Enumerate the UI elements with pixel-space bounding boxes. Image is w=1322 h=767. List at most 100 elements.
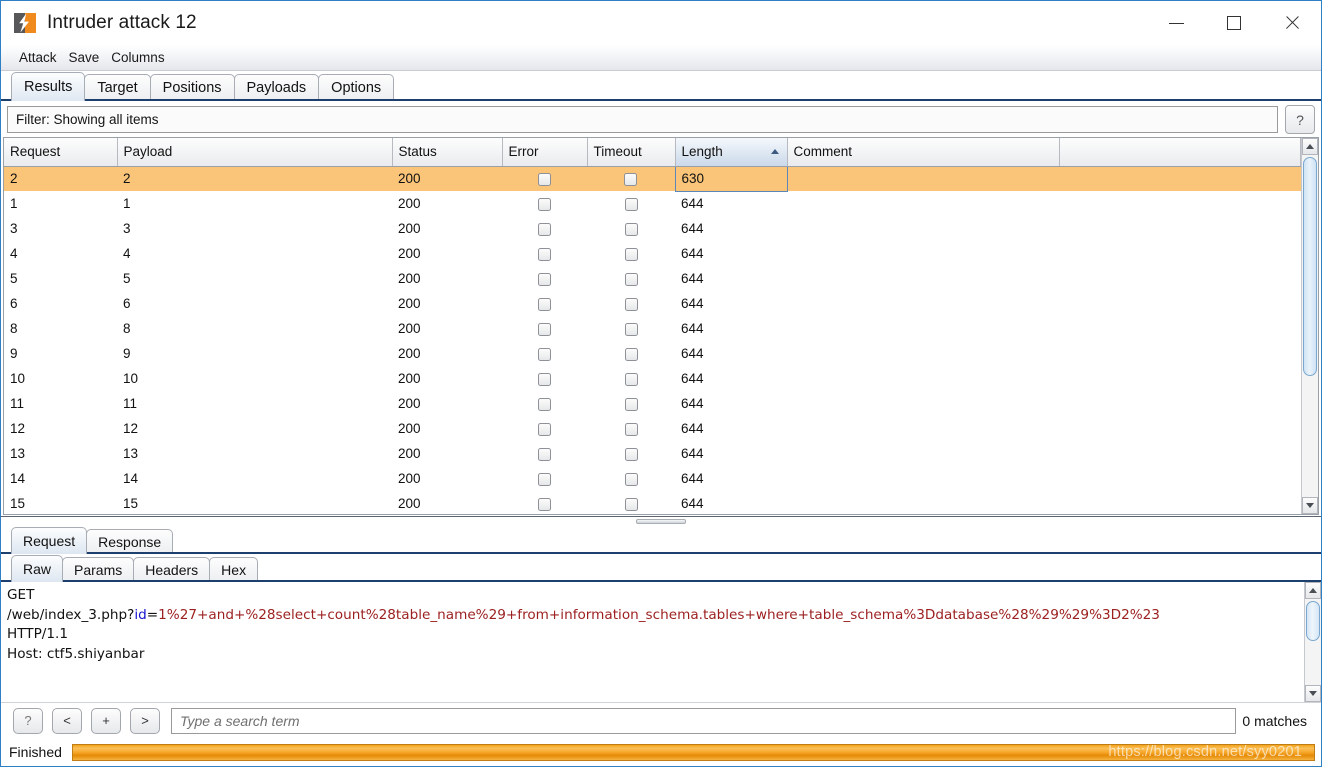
raw-scroll-up-button[interactable] xyxy=(1305,582,1321,599)
tab-positions[interactable]: Positions xyxy=(149,74,235,101)
checkbox-icon[interactable] xyxy=(624,497,638,511)
table-row[interactable]: 13 13 200 644 xyxy=(4,441,1301,466)
checkbox-icon[interactable] xyxy=(538,247,551,261)
tab-response[interactable]: Response xyxy=(86,529,174,554)
tab-payloads[interactable]: Payloads xyxy=(233,74,320,101)
cell-error-checkbox[interactable] xyxy=(502,466,587,491)
checkbox-icon[interactable] xyxy=(538,347,551,361)
cell-timeout-checkbox[interactable] xyxy=(587,266,675,291)
checkbox-icon[interactable] xyxy=(624,372,638,386)
table-row[interactable]: 8 8 200 644 xyxy=(4,316,1301,341)
table-row[interactable]: 6 6 200 644 xyxy=(4,291,1301,316)
checkbox-icon[interactable] xyxy=(624,272,638,286)
menu-item-columns[interactable]: Columns xyxy=(105,48,170,67)
checkbox-icon[interactable] xyxy=(624,297,638,311)
cell-timeout-checkbox[interactable] xyxy=(587,166,675,191)
checkbox-icon[interactable] xyxy=(538,197,551,211)
panel-splitter[interactable] xyxy=(1,516,1321,526)
checkbox-icon[interactable] xyxy=(624,397,638,411)
cell-error-checkbox[interactable] xyxy=(502,241,587,266)
table-row[interactable]: 1 1 200 644 xyxy=(4,191,1301,216)
cell-error-checkbox[interactable] xyxy=(502,266,587,291)
search-next-button[interactable]: > xyxy=(130,707,160,734)
cell-error-checkbox[interactable] xyxy=(502,291,587,316)
cell-error-checkbox[interactable] xyxy=(502,341,587,366)
cell-error-checkbox[interactable] xyxy=(502,166,587,191)
scroll-track[interactable] xyxy=(1302,155,1318,497)
tab-hex[interactable]: Hex xyxy=(209,557,259,582)
tab-options[interactable]: Options xyxy=(318,74,395,101)
table-row[interactable]: 9 9 200 644 xyxy=(4,341,1301,366)
raw-scroll-down-button[interactable] xyxy=(1305,685,1321,702)
menu-item-attack[interactable]: Attack xyxy=(13,48,63,67)
checkbox-icon[interactable] xyxy=(624,472,638,486)
cell-timeout-checkbox[interactable] xyxy=(587,216,675,241)
filter-toggle[interactable]: Filter: Showing all items xyxy=(7,106,1278,133)
table-row[interactable]: 5 5 200 644 xyxy=(4,266,1301,291)
table-row[interactable]: 10 10 200 644 xyxy=(4,366,1301,391)
cell-error-checkbox[interactable] xyxy=(502,416,587,441)
checkbox-icon[interactable] xyxy=(624,347,638,361)
cell-timeout-checkbox[interactable] xyxy=(587,191,675,216)
cell-timeout-checkbox[interactable] xyxy=(587,341,675,366)
tab-raw[interactable]: Raw xyxy=(11,555,64,582)
column-header-timeout[interactable]: Timeout xyxy=(587,138,676,167)
column-header-error[interactable]: Error xyxy=(502,138,588,167)
search-input[interactable] xyxy=(171,707,1237,734)
minimize-button[interactable] xyxy=(1147,1,1205,45)
menu-item-save[interactable]: Save xyxy=(63,48,106,67)
checkbox-icon[interactable] xyxy=(538,322,551,336)
search-add-button[interactable]: + xyxy=(91,707,121,734)
cell-timeout-checkbox[interactable] xyxy=(587,416,675,441)
table-row[interactable]: 2 2 200 630 xyxy=(4,165,1301,192)
checkbox-icon[interactable] xyxy=(624,197,638,211)
table-row[interactable]: 12 12 200 644 xyxy=(4,416,1301,441)
column-header-comment[interactable]: Comment xyxy=(787,138,1060,167)
cell-timeout-checkbox[interactable] xyxy=(587,316,675,341)
checkbox-icon[interactable] xyxy=(624,422,638,436)
checkbox-icon[interactable] xyxy=(624,447,638,461)
scroll-up-button[interactable] xyxy=(1302,138,1318,155)
checkbox-icon[interactable] xyxy=(538,447,551,461)
cell-error-checkbox[interactable] xyxy=(502,366,587,391)
results-vertical-scrollbar[interactable] xyxy=(1301,138,1318,514)
table-row[interactable]: 4 4 200 644 xyxy=(4,241,1301,266)
scroll-down-button[interactable] xyxy=(1302,497,1318,514)
cell-timeout-checkbox[interactable] xyxy=(587,291,675,316)
cell-error-checkbox[interactable] xyxy=(502,491,587,514)
cell-error-checkbox[interactable] xyxy=(502,391,587,416)
cell-timeout-checkbox[interactable] xyxy=(587,391,675,416)
tab-request[interactable]: Request xyxy=(11,527,88,554)
checkbox-icon[interactable] xyxy=(624,322,638,336)
search-previous-button[interactable]: < xyxy=(52,707,82,734)
checkbox-icon[interactable] xyxy=(624,173,638,187)
table-row[interactable]: 15 15 200 644 xyxy=(4,491,1301,514)
column-header-payload[interactable]: Payload xyxy=(117,138,393,167)
checkbox-icon[interactable] xyxy=(538,422,551,436)
close-button[interactable] xyxy=(1263,1,1321,45)
column-header-request[interactable]: Request xyxy=(4,138,118,167)
table-row[interactable]: 11 11 200 644 xyxy=(4,391,1301,416)
cell-timeout-checkbox[interactable] xyxy=(587,466,675,491)
scroll-thumb[interactable] xyxy=(1303,157,1317,376)
raw-vertical-scrollbar[interactable] xyxy=(1304,582,1321,702)
filter-help-button[interactable]: ? xyxy=(1285,105,1315,134)
tab-target[interactable]: Target xyxy=(84,74,151,101)
checkbox-icon[interactable] xyxy=(538,222,551,236)
table-row[interactable]: 3 3 200 644 xyxy=(4,216,1301,241)
checkbox-icon[interactable] xyxy=(538,372,551,386)
tab-results[interactable]: Results xyxy=(11,72,86,101)
cell-error-checkbox[interactable] xyxy=(502,441,587,466)
search-help-button[interactable]: ? xyxy=(13,707,43,734)
cell-timeout-checkbox[interactable] xyxy=(587,491,675,514)
raw-scroll-thumb[interactable] xyxy=(1306,601,1320,641)
splitter-grip[interactable] xyxy=(636,519,686,524)
tab-headers[interactable]: Headers xyxy=(133,557,211,582)
maximize-button[interactable] xyxy=(1205,1,1263,45)
cell-timeout-checkbox[interactable] xyxy=(587,241,675,266)
checkbox-icon[interactable] xyxy=(538,397,551,411)
raw-scroll-track[interactable] xyxy=(1305,599,1321,685)
table-row[interactable]: 14 14 200 644 xyxy=(4,466,1301,491)
checkbox-icon[interactable] xyxy=(624,222,638,236)
cell-error-checkbox[interactable] xyxy=(502,191,587,216)
